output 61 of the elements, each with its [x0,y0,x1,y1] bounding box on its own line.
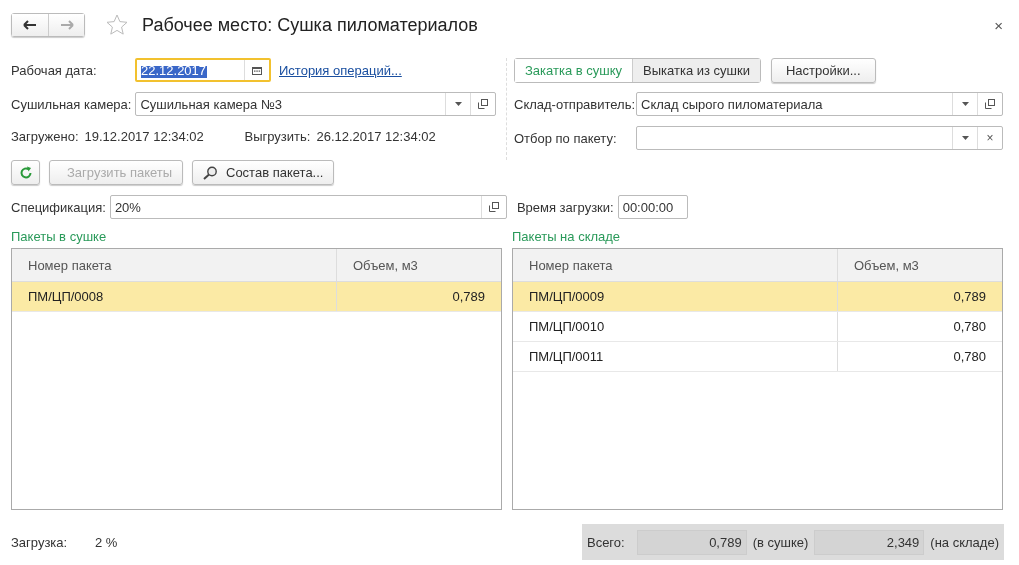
package-composition-button[interactable]: Состав пакета... [192,160,335,185]
calendar-icon [252,65,262,75]
table-row[interactable]: ПМ/ЦП/0011 0,780 [513,342,1002,372]
load-time-field[interactable]: 00:00:00 [617,195,688,219]
loaded-value: 19.12.2017 12:34:02 [84,128,205,144]
total-note: (на складе) [930,534,999,550]
mode-toggle-button[interactable]: Выкатка из сушки [632,58,760,82]
load-label: Загрузка: [11,534,69,550]
back-button[interactable] [12,14,48,36]
total-note: (в сушке) [752,534,809,550]
date-field[interactable]: 22.12.2017 [135,58,271,82]
window-title: Рабочее место: Сушка пиломатериалов [142,14,478,36]
table-cell-text: 0,789 [952,288,987,306]
open-icon [985,99,995,109]
chamber-field[interactable]: Сушильная камера №3 [135,92,496,116]
column-header[interactable]: Объем, м3 [337,249,501,281]
section-title: Пакеты на складе [512,229,622,244]
refresh-button[interactable] [11,160,40,185]
left-arrow-icon [23,20,37,30]
table-cell-text: 0,780 [952,318,987,336]
field-label: Время загрузки: [516,199,614,215]
open-icon [478,99,488,109]
table-cell-text: 0,789 [451,288,486,306]
total-value: 2,349 [814,529,925,555]
package-filter-field[interactable]: × [636,126,1003,150]
column-header[interactable]: Номер пакета [12,249,337,281]
table-row[interactable]: ПМ/ЦП/0010 0,780 [513,312,1002,342]
table-row[interactable]: ПМ/ЦП/0008 0,789 [12,282,501,312]
field-label: Загружено: [11,128,79,144]
close-button[interactable]: × [990,16,1003,34]
dropdown-icon [961,136,969,140]
column-header[interactable]: Объем, м3 [838,249,1002,281]
field-label: Выгрузить: [244,128,311,144]
section-title: Пакеты в сушке [11,229,108,244]
field-label: Спецификация: [11,199,106,215]
star-icon[interactable] [105,13,129,37]
table-cell: ПМ/ЦП/0010 [513,312,838,341]
field-label: Склад-отправитель: [514,96,632,112]
unload-value: 26.12.2017 12:34:02 [316,128,436,144]
column-header[interactable]: Номер пакета [513,249,838,281]
sender-field[interactable]: Склад сырого пиломатериала [636,92,1003,116]
table-cell: ПМ/ЦП/0011 [513,342,838,371]
load-value: 2 % [95,534,118,550]
table-row[interactable]: ПМ/ЦП/0009 0,789 [513,282,1002,312]
dropdown-icon [454,102,462,106]
dropdown-icon [961,102,969,106]
total-value: 0,789 [636,529,747,555]
field-label: Отбор по пакету: [514,130,618,146]
open-icon [488,202,499,212]
field-label: Сушильная камера: [11,96,132,112]
field-label: Рабочая дата: [11,62,98,78]
table-cell: ПМ/ЦП/0008 [12,282,337,311]
history-link[interactable]: История операций... [279,62,402,78]
table-cell-text: 0,780 [952,348,987,366]
magnifier-icon [203,165,219,180]
specification-field[interactable]: 20% [109,195,507,219]
refresh-icon [18,165,33,180]
table-cell: ПМ/ЦП/0009 [513,282,838,311]
right-arrow-icon [59,20,74,30]
total-label: Всего: [586,534,625,550]
settings-button[interactable]: Настройки... [771,57,876,83]
